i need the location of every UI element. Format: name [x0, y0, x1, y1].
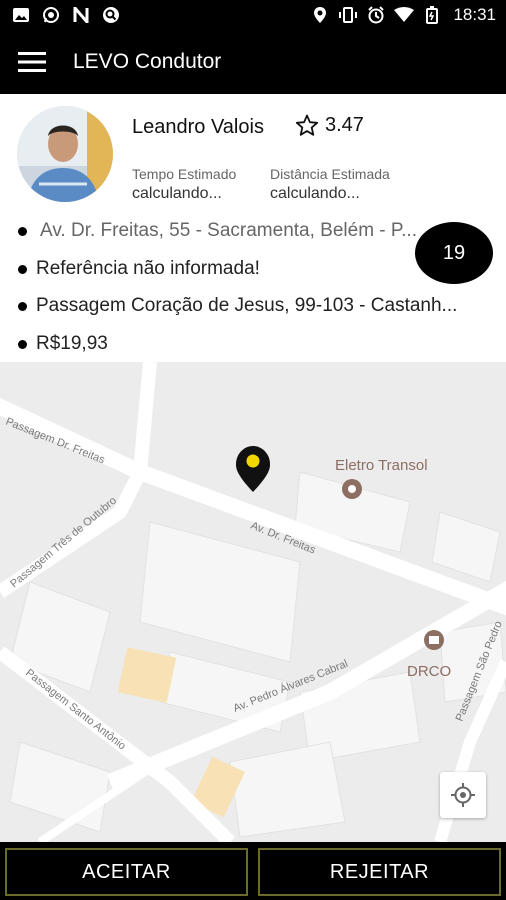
hamburger-icon [18, 52, 46, 72]
trip-price: R$19,93 [36, 333, 108, 354]
alarm-icon [365, 6, 387, 24]
price-row: R$19,93 [18, 333, 108, 355]
crosshair-icon [451, 783, 475, 807]
destination-row: Passagem Coração de Jesus, 99-103 - Cast… [18, 295, 457, 317]
status-bar: 18:31 [0, 0, 506, 30]
my-location-button[interactable] [440, 772, 486, 818]
estimated-time-label: Tempo Estimado [132, 166, 237, 182]
bullet-icon [18, 264, 27, 274]
gallery-icon [10, 6, 32, 24]
bullet-icon [18, 339, 27, 349]
battery-icon [421, 6, 443, 24]
reject-button[interactable]: REJEITAR [258, 848, 501, 896]
accept-button[interactable]: ACEITAR [5, 848, 248, 896]
vibrate-icon [337, 6, 359, 24]
estimated-distance-label: Distância Estimada [270, 166, 390, 182]
bullet-icon [18, 226, 27, 236]
poi-marker-icon[interactable] [424, 630, 444, 650]
estimated-distance-value: calculando... [270, 185, 360, 202]
estimated-time-value: calculando... [132, 185, 222, 202]
status-time: 18:31 [453, 5, 496, 24]
reference-row: Referência não informada! [18, 258, 260, 280]
menu-button[interactable] [0, 30, 64, 94]
origin-row: Av. Dr. Freitas, 55 - Sacramenta, Belém … [18, 220, 417, 242]
driver-rating: 3.47 [295, 114, 364, 137]
wifi-icon [393, 6, 415, 24]
rating-value: 3.47 [325, 114, 364, 136]
bullet-icon [18, 301, 27, 311]
app-bar: LEVO Condutor [0, 30, 506, 94]
whatsapp-icon [40, 6, 62, 24]
countdown-badge: 19 [415, 222, 493, 284]
poi-marker-icon[interactable] [342, 479, 362, 499]
driver-avatar [17, 106, 113, 202]
n-icon [70, 6, 92, 24]
location-icon [309, 6, 331, 24]
origin-address: Av. Dr. Freitas, 55 - Sacramenta, Belém … [40, 220, 417, 241]
star-icon [295, 114, 319, 136]
reference-text: Referência não informada! [36, 258, 260, 279]
map-view[interactable]: Passagem Dr. Freitas Passagem Três de Ou… [0, 361, 506, 847]
app-title: LEVO Condutor [73, 50, 222, 73]
poi-label-eletro-transol: Eletro Transol [335, 457, 428, 474]
driver-name: Leandro Valois [132, 116, 264, 138]
destination-address: Passagem Coração de Jesus, 99-103 - Cast… [36, 295, 458, 316]
search-app-icon [100, 6, 122, 24]
poi-label-drco: DRCO [407, 663, 451, 680]
